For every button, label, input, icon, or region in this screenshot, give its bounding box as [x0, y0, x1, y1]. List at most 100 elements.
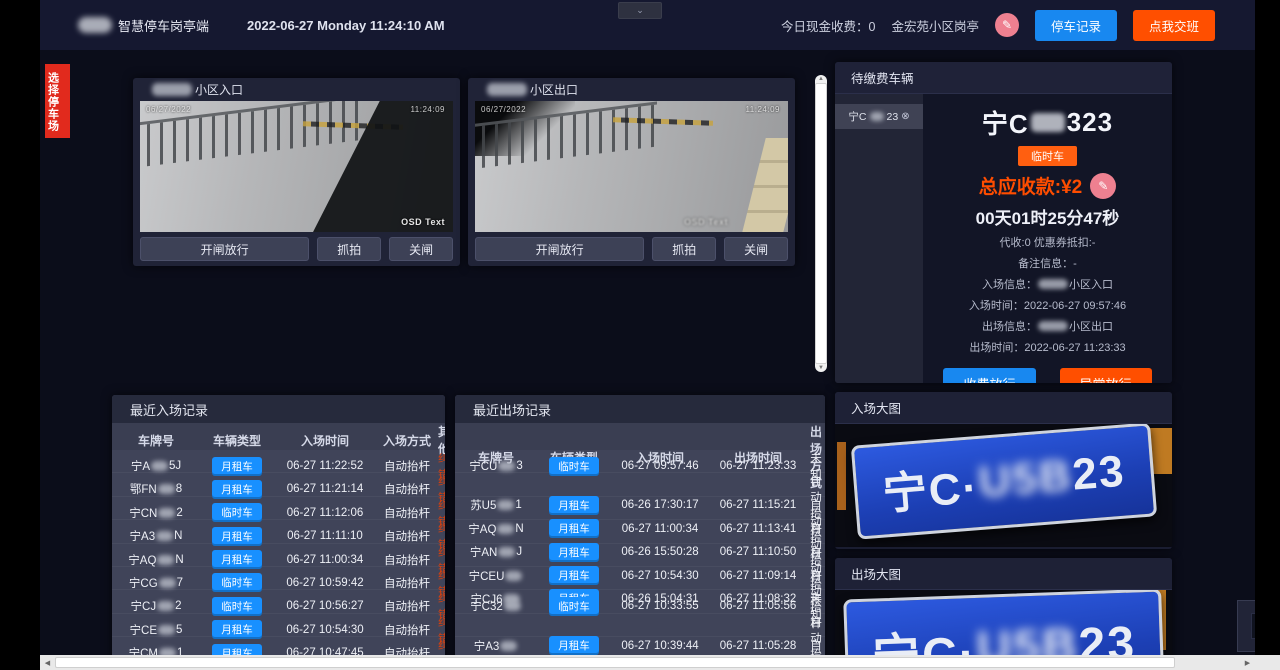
scroll-down-icon[interactable]: ▼	[818, 364, 824, 372]
close-gate-button[interactable]: 关闸	[389, 237, 453, 261]
censored-plate-digits	[870, 112, 884, 121]
plate-number-cell: 宁AQN	[112, 552, 200, 568]
col-plate: 车牌号	[112, 432, 200, 449]
exit-time-cell: 06-27 11:09:14	[709, 570, 807, 582]
curb-graphic	[742, 138, 788, 232]
plate-prefix: 宁A3	[130, 528, 156, 544]
vehicle-type-badge: 月租车	[549, 543, 599, 562]
plate-prefix: 宁C32	[470, 598, 503, 614]
plate-suffix: 3	[516, 460, 522, 472]
pending-panel-scrollbar[interactable]: ▲ ▼	[815, 75, 827, 372]
osd-date: 06/27/2022	[481, 105, 526, 114]
vehicle-type-badge: 月租车	[212, 457, 262, 476]
pending-fee-body: 宁C 23 ⊗ 宁C 323 临时车 总应收款:¥2 ✎ 00天01时25分47…	[835, 94, 1172, 383]
parking-records-button[interactable]: 停车记录	[1035, 10, 1117, 41]
plate-prefix: 宁A	[131, 458, 150, 474]
entry-time-cell: 06-27 10:56:27	[274, 600, 376, 612]
edit-station-icon[interactable]: ✎	[995, 13, 1019, 37]
topbar-right: 今日现金收费：0 金宏苑小区岗亭 ✎ 停车记录 点我交班	[781, 10, 1215, 41]
plate-number-cell: 宁ANJ	[455, 544, 537, 560]
plate-prefix: 宁A3	[474, 638, 500, 654]
floating-widget[interactable]	[1237, 600, 1255, 652]
scroll-right-icon[interactable]: ▶	[1240, 659, 1255, 667]
plate-prefix: 宁C·	[880, 451, 981, 522]
plate-number-cell: 宁CEU	[455, 568, 537, 584]
censored-plate-digits	[497, 524, 514, 534]
vehicle-type-cell: 月租车	[537, 519, 611, 538]
osd-date: 06/27/2022	[146, 105, 191, 114]
plate-suffix: 5	[176, 624, 182, 636]
entry-time-cell: 06-27 11:11:10	[274, 530, 376, 542]
entry-time-cell: 06-27 09:57:46	[611, 460, 709, 472]
pen-icon: ✎	[1098, 179, 1108, 193]
abnormal-release-button[interactable]: 异常放行	[1060, 368, 1152, 383]
tab-plate-suffix: 23	[887, 111, 899, 123]
exit-camera-title-text: 小区出口	[530, 81, 578, 98]
plate-prefix: 宁AN	[470, 544, 497, 560]
osd-text-label: OSD Text	[401, 217, 445, 227]
plate-prefix: 苏U5	[470, 497, 496, 513]
plate-suffix: 5J	[169, 460, 181, 472]
entry-info-line: 入场信息： 小区入口	[982, 276, 1113, 292]
vehicle-type-cell: 月租车	[200, 527, 274, 546]
exit-camera-buttons: 开闸放行 抓拍 关闸	[475, 232, 788, 266]
plate-number-cell: 宁CU 3	[455, 458, 537, 474]
snapshot-button[interactable]: 抓拍	[317, 237, 381, 261]
plate-suffix: 8	[176, 483, 182, 495]
scroll-up-icon[interactable]: ▲	[818, 75, 824, 83]
close-gate-button[interactable]: 关闸	[724, 237, 788, 261]
exit-time-cell: 06-27 11:13:41	[709, 523, 807, 535]
scrollbar-thumb[interactable]	[815, 83, 827, 364]
vehicle-type-cell: 临时车	[200, 597, 274, 616]
scroll-left-icon[interactable]: ◀	[40, 659, 55, 667]
vehicle-type-badge: 临时车	[549, 597, 599, 616]
vehicle-type-cell: 临时车	[537, 457, 611, 476]
pending-vehicle-tab[interactable]: 宁C 23 ⊗	[835, 104, 923, 129]
entry-method-cell: 自动抬杆	[376, 458, 438, 474]
exit-time-cell: 06-27 11:05:28	[709, 640, 807, 652]
license-plate-image: 宁C·U5B23	[850, 424, 1156, 540]
plate-number-cell: 鄂FN 8	[112, 481, 200, 497]
exit-time-line: 出场时间：2022-06-27 11:23:33	[969, 339, 1125, 355]
entry-table-row: 宁CJ2临时车06-27 10:56:27自动抬杆纠错	[112, 590, 445, 613]
scrollbar-corner	[1255, 655, 1280, 670]
exit-camera-feed: 06/27/2022 11:24:09 OSD Text	[475, 101, 788, 232]
plate-number-cell: 宁CG7	[112, 575, 200, 591]
vehicle-type-cell: 月租车	[200, 457, 274, 476]
vehicle-type-cell: 临时车	[537, 597, 611, 616]
plate-prefix: 宁CU	[469, 458, 497, 474]
close-icon[interactable]: ⊗	[901, 111, 909, 122]
vehicle-type-badge: 临时车	[212, 573, 262, 592]
photo-background-detail	[837, 442, 846, 510]
entry-method-cell: 自动抬杆	[376, 575, 438, 591]
vehicle-type-badge: 月租车	[212, 480, 262, 499]
exit-table-title: 最近出场记录	[455, 395, 825, 423]
station-name: 金宏苑小区岗亭	[891, 16, 979, 35]
page-horizontal-scrollbar[interactable]: ◀ ▶	[40, 655, 1255, 670]
select-parking-lot-tab[interactable]: 选择停车场	[45, 64, 70, 138]
app-title: 智慧停车岗亭端	[118, 16, 209, 35]
edit-amount-icon[interactable]: ✎	[1090, 173, 1116, 199]
entry-table-row: 宁CE5月租车06-27 10:54:30自动抬杆纠错	[112, 614, 445, 637]
censored-plate-digits	[497, 500, 514, 510]
entry-method-cell: 自动抬杆	[376, 481, 438, 497]
collapse-topbar-button[interactable]: ⌄	[618, 2, 662, 19]
open-gate-button[interactable]: 开闸放行	[140, 237, 309, 261]
entry-table-title: 最近入场记录	[112, 395, 445, 423]
open-gate-button[interactable]: 开闸放行	[475, 237, 644, 261]
vehicle-type-cell: 临时车	[200, 503, 274, 522]
snapshot-button[interactable]: 抓拍	[652, 237, 716, 261]
entry-time-cell: 06-27 11:00:34	[274, 554, 376, 566]
scrollbar-thumb[interactable]	[55, 657, 1175, 668]
censored-plate-digits	[157, 601, 174, 611]
shift-change-button[interactable]: 点我交班	[1133, 10, 1215, 41]
exit-info-value: 小区出口	[1069, 318, 1113, 334]
censored-plate-digits	[157, 555, 174, 565]
osd-text-label: OSD Text	[684, 217, 728, 227]
plate-prefix: 鄂FN	[130, 481, 157, 497]
exit-table-header: 车牌号 车辆类型 入场时间 出场时间 出场方式	[455, 423, 825, 450]
entry-method-cell: 自动抬杆	[376, 505, 438, 521]
charge-release-button[interactable]: 收费放行	[943, 368, 1035, 383]
datetime-display: 2022-06-27 Monday 11:24:10 AM	[247, 18, 445, 33]
exit-info-line: 出场信息： 小区出口	[982, 318, 1113, 334]
